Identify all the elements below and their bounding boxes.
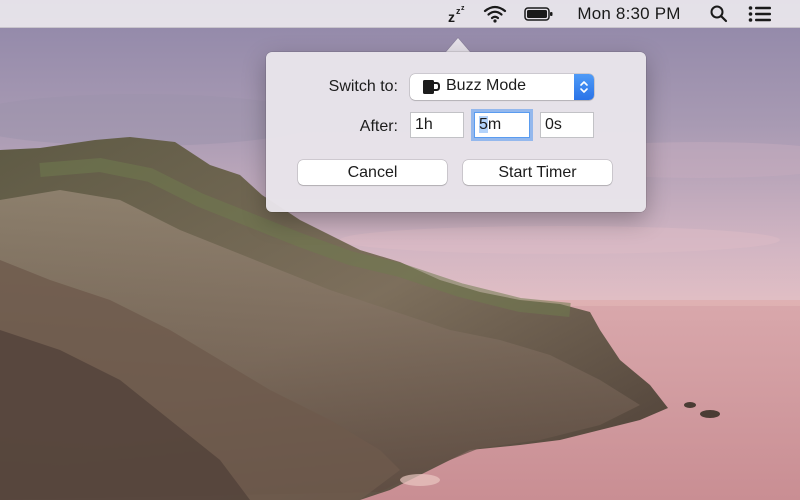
list-icon[interactable]	[744, 0, 776, 28]
chevron-updown-icon[interactable]	[574, 74, 594, 100]
search-icon[interactable]	[706, 0, 732, 28]
menubar-clock[interactable]: Mon 8:30 PM	[566, 0, 692, 28]
mug-icon	[423, 80, 440, 94]
wifi-icon[interactable]	[480, 0, 510, 28]
minutes-field-unit: m	[487, 116, 502, 133]
popover-arrow	[446, 38, 470, 52]
timer-popover: Switch to: Buzz Mode After: 1h 5m 0s Can…	[266, 52, 646, 212]
seconds-field[interactable]: 0s	[540, 112, 594, 138]
svg-text:z: z	[461, 5, 465, 12]
cancel-button[interactable]: Cancel	[298, 160, 447, 185]
hours-field[interactable]: 1h	[410, 112, 464, 138]
minutes-field[interactable]: 5m	[474, 112, 530, 138]
mode-select[interactable]: Buzz Mode	[410, 74, 594, 100]
zzz-icon[interactable]: z z z	[444, 0, 470, 28]
svg-text:z: z	[448, 9, 455, 24]
after-label: After:	[359, 118, 398, 135]
minutes-field-selection: 5	[479, 116, 488, 133]
start-timer-button[interactable]: Start Timer	[463, 160, 612, 185]
battery-icon[interactable]	[522, 0, 556, 28]
mode-select-value: Buzz Mode	[446, 77, 527, 94]
switch-to-label: Switch to:	[328, 78, 398, 95]
menu-bar: z z z Mon 8:30 PM	[0, 0, 800, 28]
